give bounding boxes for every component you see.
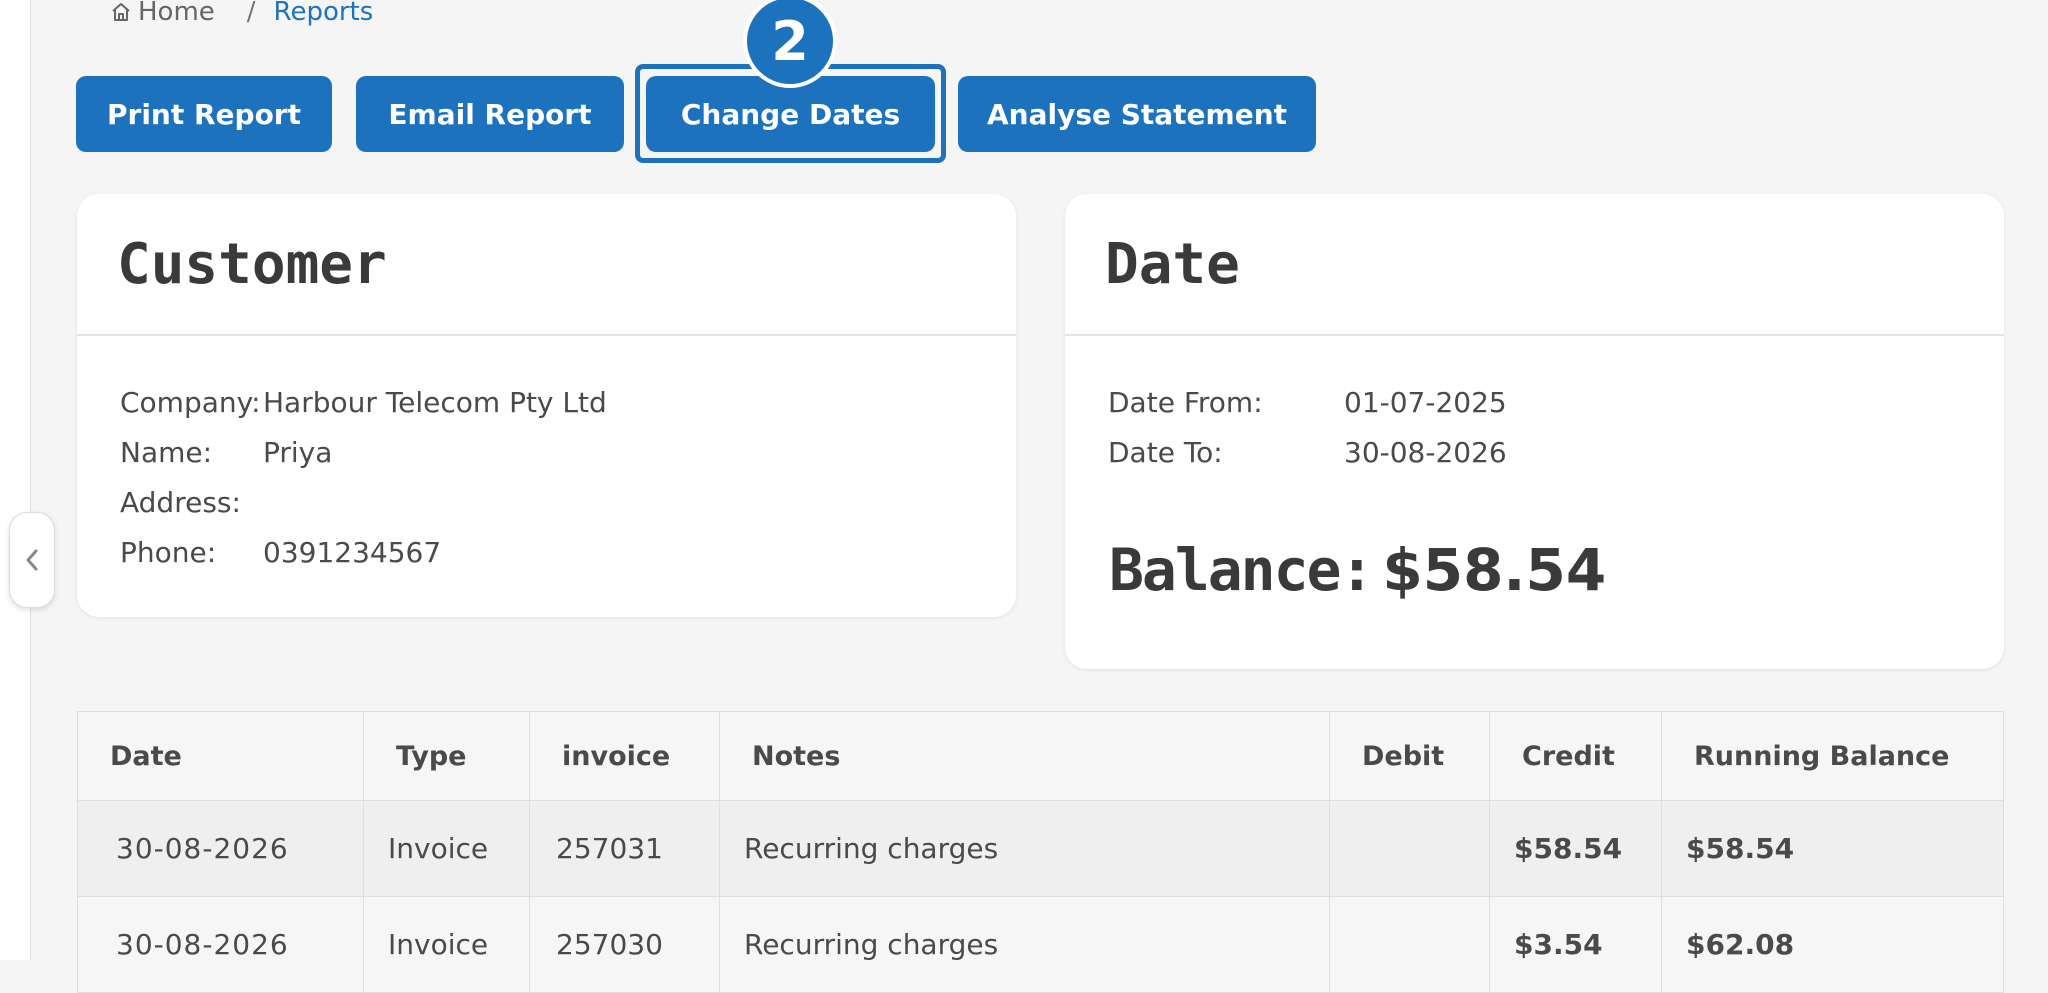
statement-table: Date Type invoice Notes Debit Credit Run…	[77, 711, 2004, 993]
chevron-left-icon	[26, 549, 38, 571]
cell-invoice[interactable]: 257030	[529, 896, 720, 993]
cell-date: 30-08-2026	[77, 800, 364, 897]
date-card: Date Date From: 01-07-2025 Date To: 30-0…	[1065, 194, 2004, 669]
cell-running-balance: $62.08	[1661, 896, 2004, 993]
company-value: Harbour Telecom Pty Ltd	[263, 386, 607, 419]
date-from-value: 01-07-2025	[1344, 386, 1507, 419]
sidebar-collapse-button[interactable]	[9, 512, 55, 608]
table-row[interactable]: 30-08-2026 Invoice 257031 Recurring char…	[77, 800, 2004, 897]
balance-display: Balance: $58.54	[1109, 536, 1606, 604]
cell-type: Invoice	[363, 896, 530, 993]
cell-date: 30-08-2026	[77, 896, 364, 993]
cell-notes: Recurring charges	[719, 800, 1330, 897]
cell-debit	[1329, 800, 1490, 897]
breadcrumb-home-label[interactable]: Home	[138, 0, 215, 27]
date-from-label: Date From:	[1108, 386, 1263, 419]
table-row[interactable]: 30-08-2026 Invoice 257030 Recurring char…	[77, 896, 2004, 993]
balance-label: Balance:	[1109, 536, 1374, 604]
column-header-debit[interactable]: Debit	[1329, 711, 1490, 801]
cell-invoice[interactable]: 257031	[529, 800, 720, 897]
breadcrumb: Home / Reports	[110, 0, 373, 30]
phone-value: 0391234567	[263, 536, 442, 569]
table-header-row: Date Type invoice Notes Debit Credit Run…	[77, 711, 2004, 801]
column-header-notes[interactable]: Notes	[719, 711, 1330, 801]
cell-running-balance: $58.54	[1661, 800, 2004, 897]
customer-card: Customer Company: Harbour Telecom Pty Lt…	[77, 194, 1016, 617]
column-header-date[interactable]: Date	[77, 711, 364, 801]
breadcrumb-separator: /	[246, 0, 256, 27]
breadcrumb-home[interactable]: Home	[110, 0, 215, 27]
left-sidebar-rail	[0, 0, 31, 960]
print-report-button[interactable]: Print Report	[76, 76, 332, 152]
company-row: Company: Harbour Telecom Pty Ltd	[120, 378, 607, 428]
customer-details: Company: Harbour Telecom Pty Ltd Name: P…	[120, 378, 607, 578]
date-to-value: 30-08-2026	[1344, 436, 1507, 469]
date-details: Date From: 01-07-2025 Date To: 30-08-202…	[1108, 378, 1507, 478]
date-to-row: Date To: 30-08-2026	[1108, 428, 1507, 478]
home-icon	[112, 3, 130, 21]
customer-card-title: Customer	[77, 194, 1016, 336]
breadcrumb-current: Reports	[273, 0, 374, 27]
date-to-label: Date To:	[1108, 436, 1223, 469]
balance-value: $58.54	[1382, 536, 1607, 604]
company-label: Company:	[120, 386, 261, 419]
column-header-credit[interactable]: Credit	[1489, 711, 1662, 801]
column-header-invoice[interactable]: invoice	[529, 711, 720, 801]
cell-notes: Recurring charges	[719, 896, 1330, 993]
address-label: Address:	[120, 486, 241, 519]
analyse-statement-button[interactable]: Analyse Statement	[958, 76, 1316, 152]
address-row: Address:	[120, 478, 607, 528]
cell-type: Invoice	[363, 800, 530, 897]
name-value: Priya	[263, 436, 333, 469]
cell-credit: $58.54	[1489, 800, 1662, 897]
cell-credit: $3.54	[1489, 896, 1662, 993]
name-label: Name:	[120, 436, 213, 469]
column-header-type[interactable]: Type	[363, 711, 530, 801]
name-row: Name: Priya	[120, 428, 607, 478]
email-report-button[interactable]: Email Report	[356, 76, 624, 152]
column-header-running-balance[interactable]: Running Balance	[1661, 711, 2004, 801]
date-card-title: Date	[1065, 194, 2004, 336]
date-from-row: Date From: 01-07-2025	[1108, 378, 1507, 428]
phone-label: Phone:	[120, 536, 217, 569]
phone-row: Phone: 0391234567	[120, 528, 607, 578]
cell-debit	[1329, 896, 1490, 993]
